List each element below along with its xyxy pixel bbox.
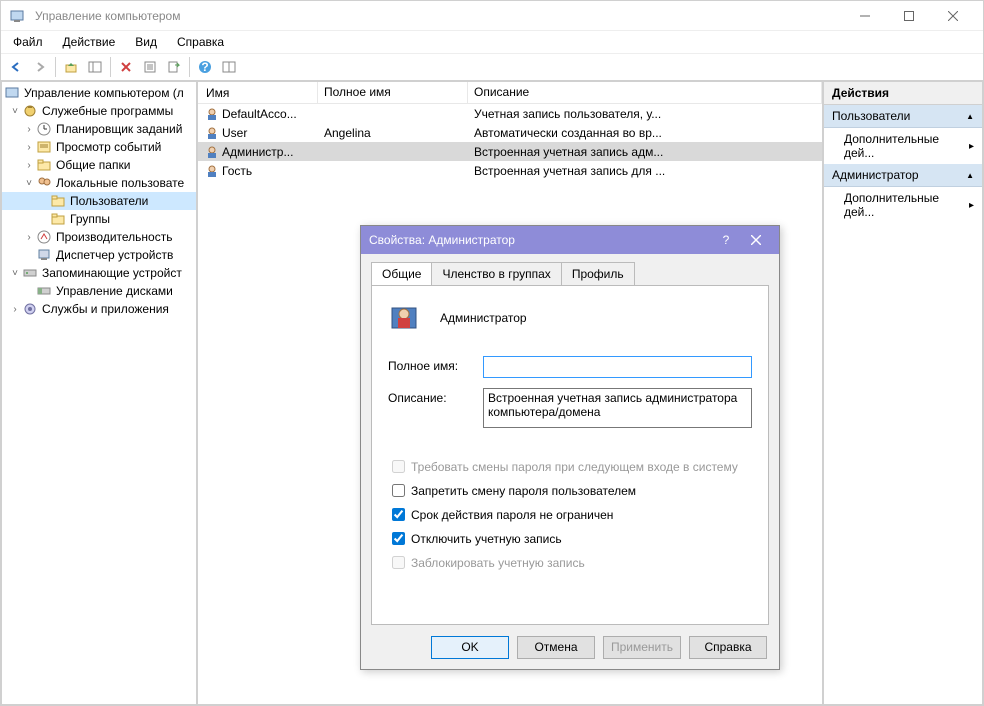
- tree-root[interactable]: Управление компьютером (л: [2, 84, 196, 102]
- help-button-dlg[interactable]: Справка: [689, 636, 767, 659]
- list-row[interactable]: UserAngelinaАвтоматически созданная во в…: [198, 123, 822, 142]
- list-row[interactable]: DefaultAcco...Учетная запись пользовател…: [198, 104, 822, 123]
- menu-help[interactable]: Справка: [169, 33, 232, 51]
- tab-memberof[interactable]: Членство в группах: [431, 262, 561, 285]
- tree-sharedfolders[interactable]: ›Общие папки: [2, 156, 196, 174]
- user-icon: [388, 300, 424, 336]
- chevron-right-icon: ▸: [969, 141, 974, 152]
- col-desc[interactable]: Описание: [468, 82, 822, 103]
- menu-view[interactable]: Вид: [127, 33, 165, 51]
- chk-mustchange: [392, 460, 405, 473]
- apply-button[interactable]: Применить: [603, 636, 681, 659]
- app-icon: [9, 8, 25, 24]
- tree-diskmgmt[interactable]: Управление дисками: [2, 282, 196, 300]
- delete-button[interactable]: [115, 56, 137, 78]
- actions-pane: Действия Пользователи▲ Дополнительные де…: [823, 81, 983, 705]
- dialog-help-button[interactable]: ?: [711, 226, 741, 254]
- dialog-titlebar: Свойства: Администратор ?: [361, 226, 779, 254]
- dialog-close-button[interactable]: [741, 226, 771, 254]
- tree-localusers[interactable]: ˅Локальные пользовате: [2, 174, 196, 192]
- user-icon: [204, 163, 220, 179]
- chk-locked-row: Заблокировать учетную запись: [388, 553, 752, 572]
- actions-section-users[interactable]: Пользователи▲: [824, 105, 982, 128]
- maximize-button[interactable]: [887, 1, 931, 31]
- properties-dialog: Свойства: Администратор ? Общие Членство…: [360, 225, 780, 670]
- chk-disabled-row[interactable]: Отключить учетную запись: [388, 529, 752, 548]
- properties-button[interactable]: [139, 56, 161, 78]
- dialog-button-row: OK Отмена Применить Справка: [361, 625, 779, 669]
- chk-locked: [392, 556, 405, 569]
- svg-text:?: ?: [201, 60, 208, 74]
- fullname-label: Полное имя:: [388, 356, 483, 373]
- user-name-label: Администратор: [440, 311, 527, 325]
- collapse-icon: ▲: [966, 171, 974, 180]
- chk-neverexpires[interactable]: [392, 508, 405, 521]
- chk-neverexpires-row[interactable]: Срок действия пароля не ограничен: [388, 505, 752, 524]
- menubar: Файл Действие Вид Справка: [1, 31, 983, 53]
- tree-performance[interactable]: ›Производительность: [2, 228, 196, 246]
- back-button[interactable]: [5, 56, 27, 78]
- chk-mustchange-row: Требовать смены пароля при следующем вхо…: [388, 457, 752, 476]
- tree-scheduler[interactable]: ›Планировщик заданий: [2, 120, 196, 138]
- chevron-right-icon: ▸: [969, 200, 974, 211]
- ok-button[interactable]: OK: [431, 636, 509, 659]
- tab-general[interactable]: Общие: [371, 262, 432, 285]
- window-title: Управление компьютером: [31, 9, 843, 23]
- tree-services[interactable]: ˅Служебные программы: [2, 102, 196, 120]
- titlebar: Управление компьютером: [1, 1, 983, 31]
- tree-eventviewer[interactable]: ›Просмотр событий: [2, 138, 196, 156]
- menu-file[interactable]: Файл: [5, 33, 51, 51]
- help-button[interactable]: ?: [194, 56, 216, 78]
- description-input[interactable]: [483, 388, 752, 428]
- tree-pane[interactable]: Управление компьютером (л ˅Служебные про…: [1, 81, 197, 705]
- cancel-button[interactable]: Отмена: [517, 636, 595, 659]
- list-row[interactable]: ГостьВстроенная учетная запись для ...: [198, 161, 822, 180]
- list-row[interactable]: Администр...Встроенная учетная запись ад…: [198, 142, 822, 161]
- actions-more-users[interactable]: Дополнительные дей...▸: [824, 128, 982, 164]
- menu-action[interactable]: Действие: [55, 33, 124, 51]
- dialog-title: Свойства: Администратор: [369, 233, 711, 247]
- tree-users[interactable]: Пользователи: [2, 192, 196, 210]
- actions-section-admin[interactable]: Администратор▲: [824, 164, 982, 187]
- description-label: Описание:: [388, 388, 483, 405]
- tab-general-page: Администратор Полное имя: Описание: Треб…: [371, 285, 769, 625]
- tree-servicesapps[interactable]: ›Службы и приложения: [2, 300, 196, 318]
- list-header: Имя Полное имя Описание: [198, 82, 822, 104]
- close-button[interactable]: [931, 1, 975, 31]
- chk-cantchange[interactable]: [392, 484, 405, 497]
- col-fullname[interactable]: Полное имя: [318, 82, 468, 103]
- user-icon: [204, 144, 220, 160]
- forward-button[interactable]: [29, 56, 51, 78]
- refresh-button[interactable]: [218, 56, 240, 78]
- actions-header: Действия: [824, 82, 982, 105]
- collapse-icon: ▲: [966, 112, 974, 121]
- chk-cantchange-row[interactable]: Запретить смену пароля пользователем: [388, 481, 752, 500]
- chk-disabled[interactable]: [392, 532, 405, 545]
- minimize-button[interactable]: [843, 1, 887, 31]
- show-hide-tree-button[interactable]: [84, 56, 106, 78]
- user-icon: [204, 106, 220, 122]
- col-name[interactable]: Имя: [198, 82, 318, 103]
- dialog-tabs: Общие Членство в группах Профиль: [371, 262, 769, 285]
- actions-more-admin[interactable]: Дополнительные дей...▸: [824, 187, 982, 223]
- up-button[interactable]: [60, 56, 82, 78]
- tab-profile[interactable]: Профиль: [561, 262, 635, 285]
- tree-devicemgr[interactable]: Диспетчер устройств: [2, 246, 196, 264]
- user-icon: [204, 125, 220, 141]
- tree-storage[interactable]: ˅Запоминающие устройст: [2, 264, 196, 282]
- export-button[interactable]: [163, 56, 185, 78]
- toolbar: ?: [1, 53, 983, 81]
- tree-groups[interactable]: Группы: [2, 210, 196, 228]
- fullname-input[interactable]: [483, 356, 752, 378]
